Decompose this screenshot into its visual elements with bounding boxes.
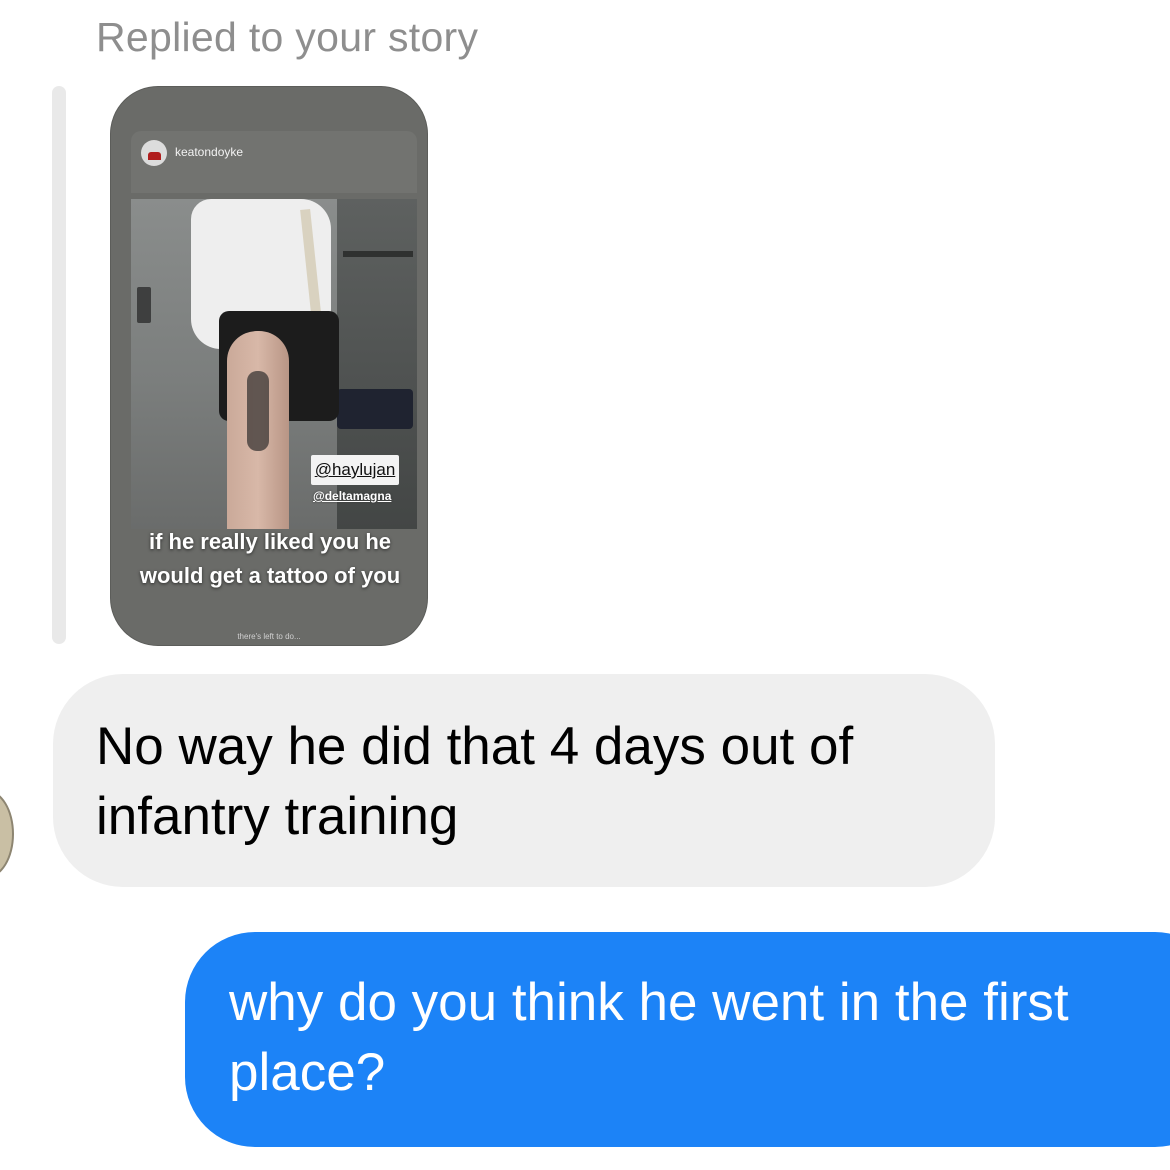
- photo-tattoo: [247, 371, 269, 451]
- mention-secondary[interactable]: @deltamagna: [313, 489, 391, 503]
- reply-indicator-bar: [52, 86, 66, 644]
- photo-locker-handle: [137, 287, 151, 323]
- sender-avatar[interactable]: [0, 790, 14, 878]
- message-bubble-received[interactable]: No way he did that 4 days out of infantr…: [53, 674, 995, 887]
- mention-sticker-primary[interactable]: @haylujan: [311, 455, 399, 485]
- story-author-avatar: [141, 140, 167, 166]
- mention-sticker-text: @haylujan: [314, 460, 396, 479]
- photo-bunk-mattress: [337, 389, 413, 429]
- message-text-sent: why do you think he went in the first pl…: [229, 973, 1069, 1102]
- message-text-received: No way he did that 4 days out of infantr…: [96, 717, 854, 846]
- story-footer-text: there's left to do...: [237, 632, 301, 641]
- story-header: keatondoyke: [131, 131, 417, 193]
- story-preview-card[interactable]: keatondoyke @haylujan @deltamagna if he …: [110, 86, 428, 646]
- reply-header-label: Replied to your story: [96, 14, 479, 60]
- story-caption: if he really liked you he would get a ta…: [139, 529, 401, 588]
- story-author-username: keatondoyke: [175, 145, 244, 159]
- photo-bunk-rail: [343, 251, 413, 257]
- message-bubble-sent[interactable]: why do you think he went in the first pl…: [185, 932, 1170, 1147]
